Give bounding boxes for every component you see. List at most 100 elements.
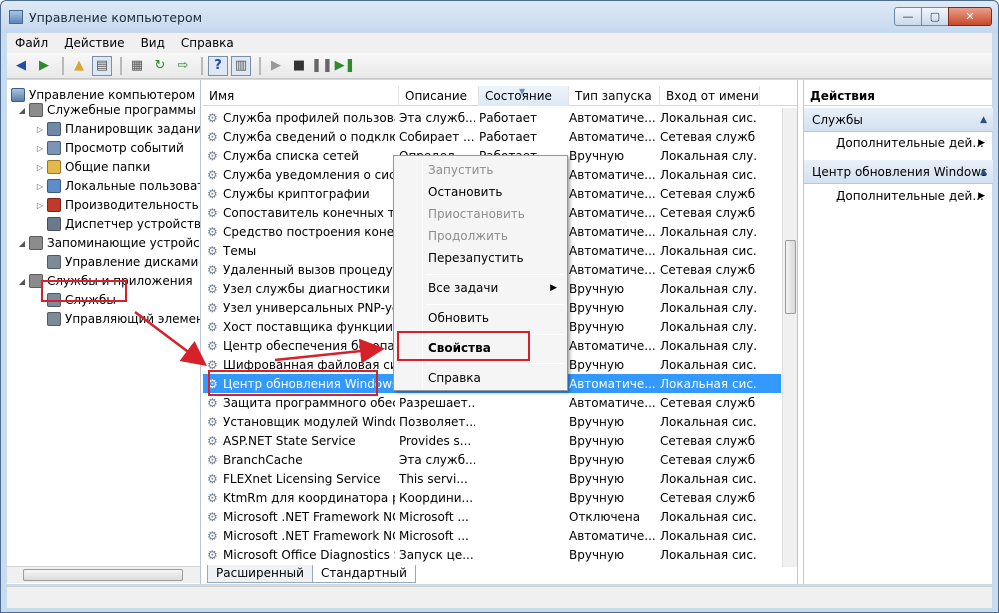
help-icon[interactable]: ? xyxy=(208,55,228,76)
service-row[interactable]: ⚙ Установщик модулей Windows Позволяет... В… xyxy=(203,412,781,431)
gear-icon: ⚙ xyxy=(207,186,218,201)
gear-icon: ⚙ xyxy=(207,167,218,182)
actions-section-services[interactable]: Службы ▲ xyxy=(804,108,993,132)
service-name: Узел службы диагностики xyxy=(223,281,390,296)
restart-service-icon[interactable]: ▶❚ xyxy=(335,56,356,76)
service-name: Microsoft Office Diagnostics S... xyxy=(223,547,395,562)
start-service-icon[interactable]: ▶ xyxy=(266,56,286,76)
context-menu-item-label: Запустить xyxy=(428,163,494,177)
service-row[interactable]: ⚙ Служба профилей пользоват... Эта служб..… xyxy=(203,108,781,127)
service-status-cell: Работает xyxy=(479,129,538,144)
tree-scrollbar-thumb[interactable] xyxy=(23,569,183,581)
tree-expanded-icon[interactable]: ◢ xyxy=(17,277,27,286)
back-arrow-icon[interactable]: ◀ xyxy=(11,56,31,76)
event-viewer-icon xyxy=(47,141,61,155)
service-name-cell: ⚙ Защита программного обес... xyxy=(203,396,395,410)
column-header-logon-as[interactable]: Вход от имени xyxy=(660,86,760,106)
tree-item[interactable]: Управление дисками xyxy=(35,253,198,271)
tree-item-label: Общие папки xyxy=(65,160,151,174)
properties-icon[interactable]: ▦ xyxy=(127,56,147,76)
refresh-icon[interactable]: ↻ xyxy=(150,56,170,76)
services-scrollbar-thumb[interactable] xyxy=(785,240,796,314)
service-row[interactable]: ⚙ Служба сведений о подключ... Собирает ..… xyxy=(203,127,781,146)
show-action-pane-icon[interactable]: ▥ xyxy=(231,55,251,76)
service-name-cell: ⚙ Темы xyxy=(203,244,395,258)
tree-item[interactable]: ▷ Производительность xyxy=(35,196,199,214)
menu-view[interactable]: Вид xyxy=(133,36,173,50)
actions-more-services[interactable]: Дополнительные дей... ▶ xyxy=(804,133,993,153)
service-name-cell: ⚙ Microsoft Office Diagnostics S... xyxy=(203,548,395,562)
stop-service-icon[interactable]: ■ xyxy=(289,56,309,76)
toolbar-separator xyxy=(120,56,122,75)
column-header-name[interactable]: Имя xyxy=(203,86,399,106)
close-button[interactable]: ✕ xyxy=(948,7,992,26)
tree-item[interactable]: Диспетчер устройств xyxy=(35,215,200,233)
pause-service-icon[interactable]: ❚❚ xyxy=(311,56,333,76)
tab-extended[interactable]: Расширенный xyxy=(207,565,313,583)
tree-item[interactable]: ▷ Планировщик заданий xyxy=(35,120,200,138)
gear-icon: ⚙ xyxy=(207,148,218,163)
services-vertical-scrollbar[interactable] xyxy=(782,108,797,567)
service-startup-cell: Автоматиче... xyxy=(569,205,656,220)
context-menu-item[interactable]: Остановить xyxy=(396,181,565,203)
gear-icon: ⚙ xyxy=(207,395,218,410)
submenu-arrow-icon: ▶ xyxy=(550,283,557,293)
actions-section-windows-update[interactable]: Центр обновления Windows ▲ xyxy=(804,160,993,184)
tree-collapsed-icon[interactable]: ▷ xyxy=(35,163,45,172)
tree-expanded-icon[interactable]: ◢ xyxy=(17,106,27,115)
toolbar-separator xyxy=(259,56,261,75)
gear-icon: ⚙ xyxy=(207,205,218,220)
forward-arrow-icon[interactable]: ▶ xyxy=(34,56,54,76)
minimize-button[interactable]: — xyxy=(894,7,922,26)
show-console-tree-icon[interactable]: ▤ xyxy=(92,55,112,76)
service-row[interactable]: ⚙ Microsoft Office Diagnostics S... Запуск… xyxy=(203,545,781,564)
tree-expanded-icon[interactable]: ◢ xyxy=(17,239,27,248)
tree-collapsed-icon[interactable]: ▷ xyxy=(35,182,45,191)
tree-collapsed-icon[interactable]: ▷ xyxy=(35,125,45,134)
maximize-button[interactable]: ▢ xyxy=(921,7,949,26)
tree-collapsed-icon[interactable]: ▷ xyxy=(35,201,45,210)
gear-icon: ⚙ xyxy=(207,224,218,239)
console-tree: Управление компьютером (л ◢ Служебные про… xyxy=(7,80,201,584)
service-logon-cell: Сетевая служба xyxy=(660,262,756,277)
service-row[interactable]: ⚙ Microsoft .NET Framework NG... Microsoft… xyxy=(203,526,781,545)
context-menu-item[interactable]: Обновить xyxy=(396,307,565,329)
up-folder-icon[interactable]: ▲ xyxy=(69,56,89,76)
export-list-icon[interactable]: ⇨ xyxy=(173,56,193,76)
tree-item-label: Локальные пользовате xyxy=(65,179,201,193)
tree-item[interactable]: Управляющий элемен xyxy=(35,310,200,328)
tree-item[interactable]: ▷ Просмотр событий xyxy=(35,139,184,157)
menu-file[interactable]: Файл xyxy=(7,36,56,50)
tree-horizontal-scrollbar[interactable] xyxy=(7,566,200,583)
tree-item[interactable]: ◢ Служебные программы xyxy=(17,101,196,119)
tab-standard[interactable]: Стандартный xyxy=(311,565,416,583)
service-logon-cell: Сетевая служба xyxy=(660,395,756,410)
context-menu-item-label: Все задачи xyxy=(428,281,499,295)
menu-help[interactable]: Справка xyxy=(173,36,242,50)
service-logon-cell: Локальная сис... xyxy=(660,167,756,182)
service-startup-cell: Вручную xyxy=(569,300,625,315)
tree-item[interactable]: ▷ Общие папки xyxy=(35,158,150,176)
service-row[interactable]: ⚙ FLEXnet Licensing Service This servi... В… xyxy=(203,469,781,488)
title-bar[interactable]: Управление компьютером — ▢ ✕ xyxy=(1,1,998,33)
service-row[interactable]: ⚙ Microsoft .NET Framework NG... Microsoft… xyxy=(203,507,781,526)
service-name: Microsoft .NET Framework NG... xyxy=(223,528,395,543)
actions-section-windows-update-label: Центр обновления Windows xyxy=(812,165,988,179)
service-row[interactable]: ⚙ ASP.NET State Service Provides s... Вручн… xyxy=(203,431,781,450)
service-row[interactable]: ⚙ BranchCache Эта служб... Вручную Сетевая с… xyxy=(203,450,781,469)
tree-collapsed-icon[interactable]: ▷ xyxy=(35,144,45,153)
context-menu-item-label: Остановить xyxy=(428,185,503,199)
actions-more-windows-update[interactable]: Дополнительные дей... ▶ xyxy=(804,186,993,206)
context-menu-item[interactable]: Перезапустить xyxy=(396,247,565,269)
gear-icon: ⚙ xyxy=(207,243,218,258)
service-row[interactable]: ⚙ KtmRm для координатора ра... Координи...… xyxy=(203,488,781,507)
context-menu-item[interactable]: Справка xyxy=(396,367,565,389)
column-header-description[interactable]: Описание xyxy=(399,86,479,106)
service-name: Удаленный вызов процедур (... xyxy=(223,262,395,277)
column-header-status[interactable]: ▼ Состояние xyxy=(479,86,569,106)
context-menu-item[interactable]: Все задачи ▶ xyxy=(396,277,565,299)
column-header-startup-type[interactable]: Тип запуска xyxy=(569,86,660,106)
tree-item[interactable]: ◢ Запоминающие устройст xyxy=(17,234,200,252)
menu-action[interactable]: Действие xyxy=(56,36,132,50)
tree-item[interactable]: ▷ Локальные пользовате xyxy=(35,177,201,195)
